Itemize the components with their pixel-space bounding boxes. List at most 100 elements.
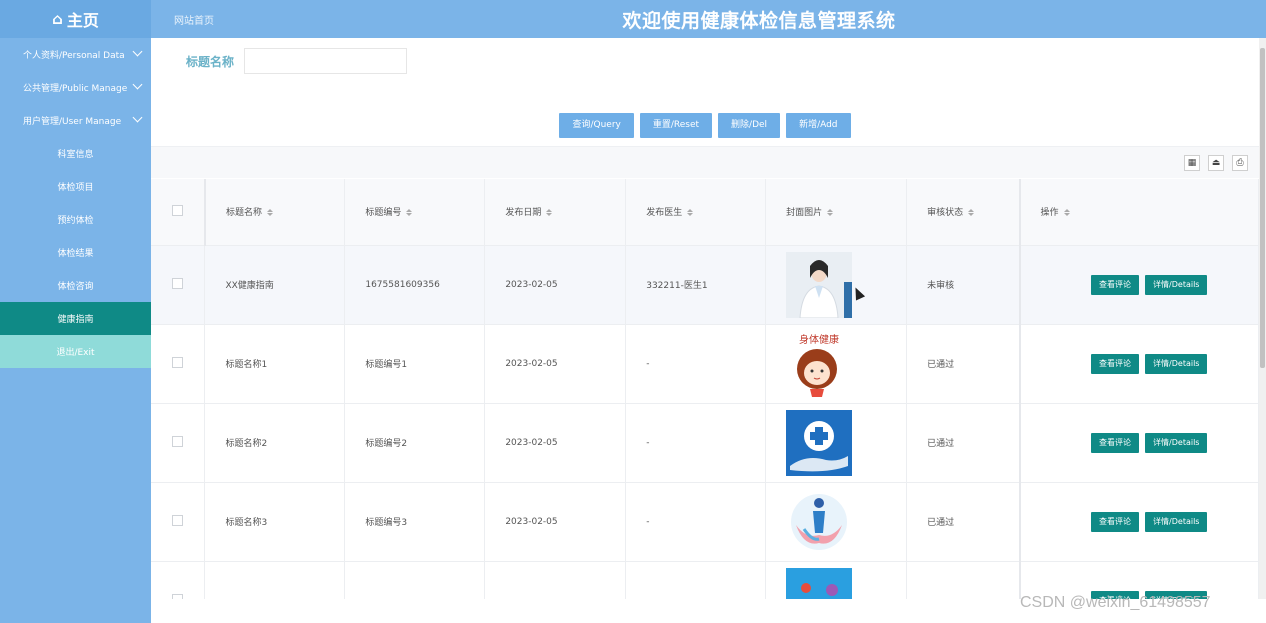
query-button[interactable]: 查询/Query [559,113,634,138]
cell-doctor [625,561,767,599]
sidebar-item-appointments[interactable]: 预约体检 [0,203,151,236]
sort-icon [406,209,413,217]
row-checkbox[interactable] [172,435,184,447]
cell-cover [765,482,908,562]
cell-code: 标题编号2 [344,403,486,483]
table-row[interactable]: 标题名称3 标题编号3 2023-02-05 - 已通过 查看评论 详情/Det… [151,482,1259,562]
sidebar-item-personal-data[interactable]: 个人资料/Personal Data [0,38,151,71]
system-title: 欢迎使用健康体检信息管理系统 [622,10,896,32]
sidebar-item-label: 个人资料/Personal Data [23,51,125,61]
row-select-cell [151,561,206,599]
view-comments-button[interactable]: 查看评论 [1091,274,1140,295]
view-comments-button[interactable]: 查看评论 [1091,432,1140,453]
table-row[interactable]: 标题名称1 标题编号1 2023-02-05 - 身体健康 已通过 查看评论 详… [151,324,1259,404]
col-header-actions[interactable]: 操作 [1018,179,1259,246]
sort-icon [687,209,694,217]
cell-doctor: - [625,403,767,483]
cover-image-medical-cross[interactable] [786,409,853,476]
col-header-cover[interactable]: 封面图片 [765,179,908,246]
sidebar-item-exam-results[interactable]: 体检结果 [0,236,151,269]
export-icon[interactable]: ⏏ [1208,155,1224,171]
delete-button[interactable]: 删除/Del [718,113,781,138]
details-button[interactable]: 详情/Details [1145,432,1208,453]
col-header-label: 审核状态 [927,208,964,219]
col-header-date[interactable]: 发布日期 [484,179,627,246]
sort-icon [546,209,553,217]
action-buttons: 查询/Query 重置/Reset 删除/Del 新增/Add [151,113,1259,138]
top-bar: ⌂ 主页 网站首页 欢迎使用健康体检信息管理系统 [0,0,1266,38]
cell-date: 2023-02-05 [484,324,627,404]
table-toolbar: ▦ ⏏ ⎙ [151,146,1259,178]
col-header-doctor[interactable]: 发布医生 [625,179,767,246]
chevron-down-icon [132,79,143,90]
view-comments-button[interactable]: 查看评论 [1091,511,1140,532]
data-table: 标题名称 标题编号 发布日期 发布医生 封面图片 审核状态 操作 XX健康指南 … [151,179,1259,599]
cell-cover [765,561,908,600]
main-content: 标题名称 查询/Query 重置/Reset 删除/Del 新增/Add ▦ ⏏… [151,38,1259,599]
col-header-code[interactable]: 标题编号 [344,179,486,246]
cell-date: 2023-02-05 [484,245,627,325]
cell-status: 未审核 [906,245,1021,325]
title-search-input[interactable] [244,48,408,74]
cell-status [906,561,1021,599]
details-button[interactable]: 详情/Details [1145,511,1208,532]
cover-image-health-hands[interactable] [786,488,853,555]
row-checkbox[interactable] [172,356,184,368]
col-header-label: 封面图片 [786,208,823,219]
col-header-title[interactable]: 标题名称 [204,179,346,246]
col-header-status[interactable]: 审核状态 [906,179,1021,246]
row-checkbox[interactable] [172,277,184,289]
cell-date: 2023-02-05 [484,482,627,562]
cover-image-cartoon[interactable]: 身体健康 [786,330,853,397]
row-select-cell [151,245,206,325]
cell-status: 已通过 [906,403,1021,483]
sidebar-item-public-manage[interactable]: 公共管理/Public Manage [0,71,151,104]
cell-cover [765,403,908,483]
row-checkbox[interactable] [172,514,184,526]
details-button[interactable]: 详情/Details [1145,274,1208,295]
cell-title: XX健康指南 [204,245,346,325]
cell-status: 已通过 [906,324,1021,404]
table-row[interactable]: 标题名称2 标题编号2 2023-02-05 - 已通过 查看评论 详情/Det… [151,403,1259,483]
col-header-label: 标题名称 [225,208,262,219]
select-all-checkbox[interactable] [171,204,183,216]
sidebar-item-health-guide[interactable]: 健康指南 [0,302,151,335]
sidebar-item-exit[interactable]: 退出/Exit [0,335,151,368]
sidebar-item-label: 体检咨询 [57,282,94,292]
sidebar-item-exam-items[interactable]: 体检项目 [0,170,151,203]
col-header-label: 发布日期 [505,208,542,219]
cell-code: 1675581609356 [344,245,486,325]
cell-status: 已通过 [906,482,1021,562]
sidebar-item-label: 体检项目 [57,183,94,193]
sidebar-item-label: 预约体检 [57,216,94,226]
sidebar-item-departments[interactable]: 科室信息 [0,137,151,170]
columns-icon[interactable]: ▦ [1184,155,1200,171]
details-button[interactable]: 详情/Details [1145,353,1208,374]
sidebar-item-user-manage[interactable]: 用户管理/User Manage [0,104,151,137]
table-header-row: 标题名称 标题编号 发布日期 发布医生 封面图片 审核状态 操作 [151,179,1259,246]
print-icon[interactable]: ⎙ [1232,155,1248,171]
cell-code [344,561,486,599]
table-row[interactable]: XX健康指南 1675581609356 2023-02-05 332211-医… [151,245,1259,325]
cover-image-partial[interactable] [786,567,853,600]
sidebar-item-consultation[interactable]: 体检咨询 [0,269,151,302]
reset-button[interactable]: 重置/Reset [639,113,713,138]
chevron-down-icon [132,112,143,123]
sidebar-item-label: 科室信息 [57,150,94,160]
view-comments-button[interactable]: 查看评论 [1091,353,1140,374]
sidebar: 个人资料/Personal Data 公共管理/Public Manage 用户… [0,38,151,623]
vertical-scrollbar[interactable] [1259,38,1266,599]
cell-date [484,561,627,599]
cell-cover [765,245,908,325]
cover-image-doctor[interactable] [786,251,853,318]
cell-code: 标题编号3 [344,482,486,562]
cell-doctor: - [625,324,767,404]
col-header-label: 操作 [1040,208,1059,219]
scrollbar-thumb[interactable] [1260,48,1265,368]
add-button[interactable]: 新增/Add [786,113,851,138]
cell-title: 标题名称2 [204,403,346,483]
cell-actions: 查看评论 详情/Details [1018,324,1259,404]
sort-icon [1063,209,1070,217]
cell-doctor: 332211-医生1 [625,245,767,325]
sort-icon [266,209,273,217]
